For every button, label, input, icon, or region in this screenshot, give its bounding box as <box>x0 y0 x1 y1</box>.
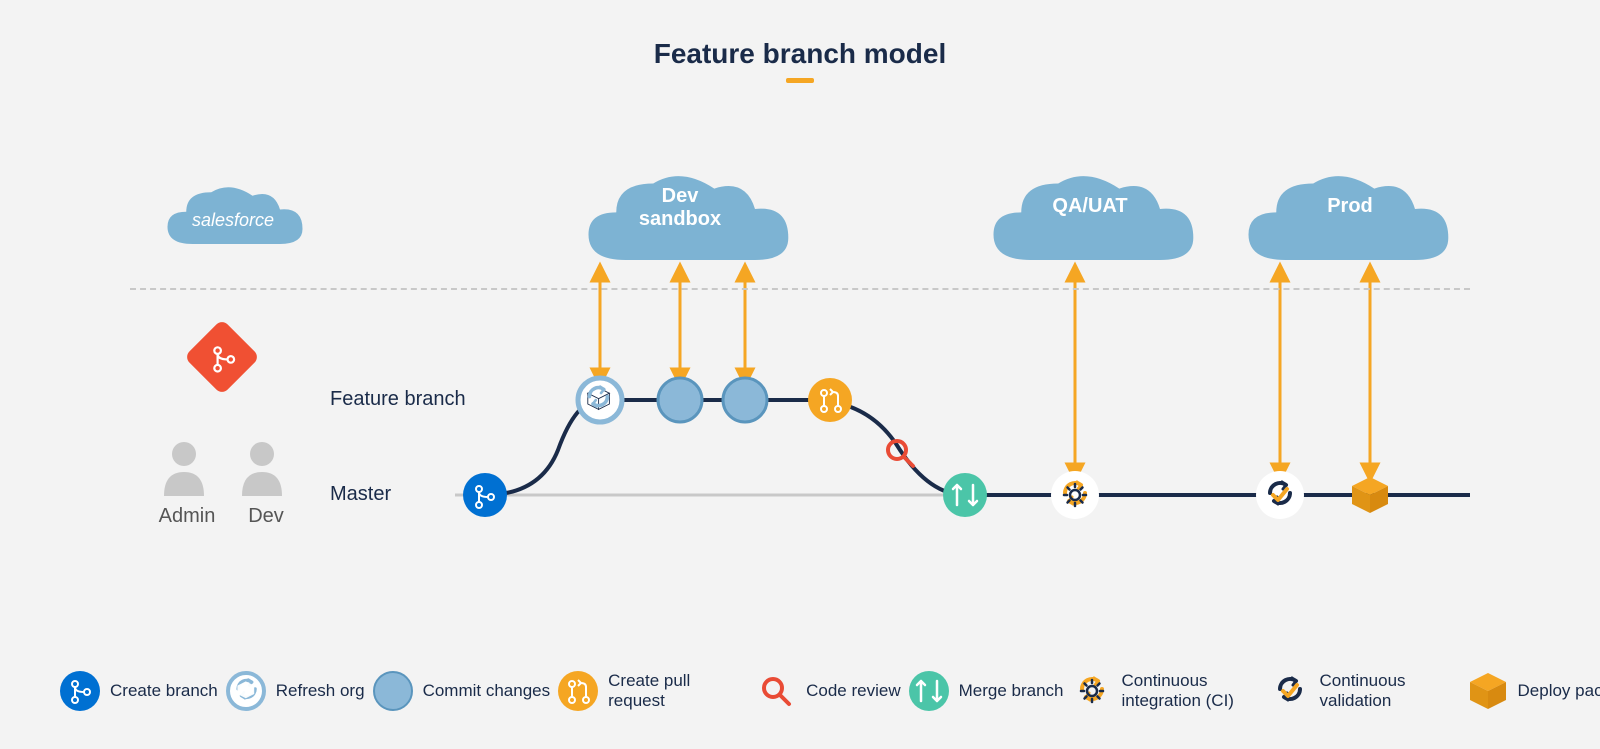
legend-merge-branch: Merge branch <box>909 671 1064 711</box>
pull-request-icon <box>558 671 598 711</box>
commit-icon <box>373 671 413 711</box>
cloud-label-salesforce: salesforce <box>178 210 288 231</box>
cloud-label-qa-uat: QA/UAT <box>1030 195 1150 218</box>
feature-branch-path <box>485 400 965 495</box>
node-create-branch <box>463 473 507 517</box>
person-admin <box>164 442 204 496</box>
legend-cv: Continuous validation <box>1270 671 1460 711</box>
cloud-prod <box>1249 176 1449 260</box>
cloud-label-dev-sandbox: Dev sandbox <box>620 185 740 231</box>
legend-refresh-org: Refresh org <box>226 671 365 711</box>
git-icon <box>184 319 260 395</box>
legend-code-review: Code review <box>756 671 901 711</box>
label-admin: Admin <box>152 505 222 528</box>
arrow-group <box>600 272 1370 473</box>
node-ci <box>1051 471 1099 519</box>
label-feature-branch: Feature branch <box>330 388 466 411</box>
merge-icon <box>909 671 949 711</box>
label-dev: Dev <box>236 505 296 528</box>
diagram-svg <box>0 0 1600 749</box>
person-dev <box>242 442 282 496</box>
legend-commit-changes: Commit changes <box>373 671 551 711</box>
cloud-label-prod: Prod <box>1290 195 1410 218</box>
diagram-canvas: Feature branch model <box>0 0 1600 749</box>
legend-create-pull-request: Create pull request <box>558 671 748 711</box>
node-pull-request <box>808 378 852 422</box>
node-deploy-package <box>1352 477 1388 513</box>
branch-icon <box>60 671 100 711</box>
cube-refresh-icon <box>226 671 266 711</box>
legend: Create branch Refresh org Commit changes… <box>60 671 1540 711</box>
node-merge-branch <box>943 473 987 517</box>
cube-icon <box>1468 671 1508 711</box>
node-commit-2 <box>723 378 767 422</box>
label-master: Master <box>330 483 391 506</box>
divider <box>130 288 1470 290</box>
gear-cycle-icon <box>1072 671 1112 711</box>
node-cv <box>1256 471 1304 519</box>
check-cycle-icon <box>1270 671 1310 711</box>
node-commit-1 <box>658 378 702 422</box>
legend-deploy: Deploy package <box>1468 671 1600 711</box>
legend-ci: Continuous integration (CI) <box>1072 671 1262 711</box>
cloud-qa-uat <box>994 176 1194 260</box>
node-refresh-org <box>578 378 622 422</box>
magnifier-icon <box>756 671 796 711</box>
legend-create-branch: Create branch <box>60 671 218 711</box>
